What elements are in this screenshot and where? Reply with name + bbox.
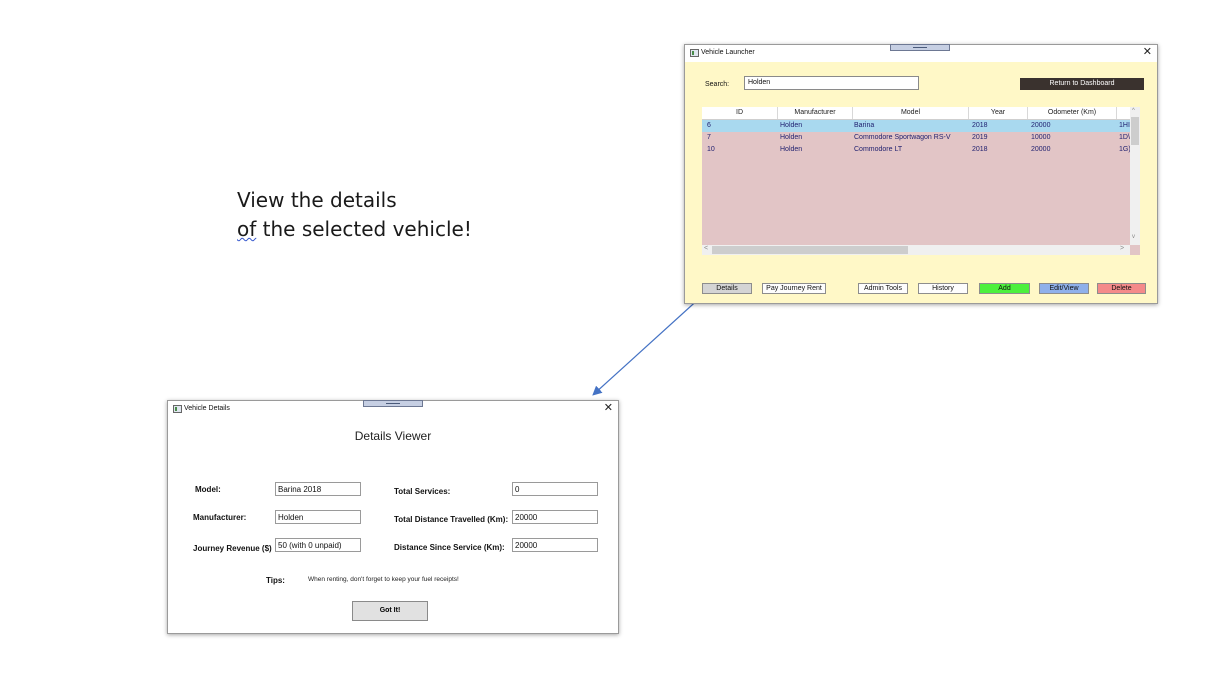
details-title: Vehicle Details <box>184 405 230 412</box>
search-input[interactable]: Holden <box>744 76 919 90</box>
cell-year: 2018 <box>972 146 988 153</box>
column-header-model[interactable]: Model <box>853 109 968 116</box>
add-button[interactable]: Add <box>979 283 1030 294</box>
launcher-title: Vehicle Launcher <box>701 49 755 56</box>
model-field[interactable]: Barina 2018 <box>275 482 361 496</box>
distance-since-service-field[interactable]: 20000 <box>512 538 598 552</box>
scroll-up-icon[interactable]: ^ <box>1132 108 1135 114</box>
tips-label: Tips: <box>266 576 285 585</box>
vertical-scrollbar[interactable]: ^ v <box>1130 107 1140 245</box>
table-row[interactable]: 6 Holden Barina 2018 20000 1HI <box>702 120 1130 132</box>
total-services-label: Total Services: <box>394 487 451 496</box>
cell-year: 2019 <box>972 134 988 141</box>
column-header-odometer[interactable]: Odometer (Km) <box>1028 109 1116 116</box>
column-header-manufacturer[interactable]: Manufacturer <box>778 109 852 116</box>
cell-model: Commodore Sportwagon RS-V <box>854 134 951 141</box>
total-distance-field[interactable]: 20000 <box>512 510 598 524</box>
return-to-dashboard-button[interactable]: Return to Dashboard <box>1020 78 1144 90</box>
scroll-right-icon[interactable]: > <box>1120 245 1124 252</box>
search-label: Search: <box>705 81 730 88</box>
window-app-icon <box>690 49 699 57</box>
details-body: Details Viewer Model: Barina 2018 Manufa… <box>168 418 618 633</box>
tips-text: When renting, don't forget to keep your … <box>308 576 459 583</box>
drag-handle-icon[interactable] <box>363 400 423 407</box>
scroll-thumb[interactable] <box>1131 117 1139 145</box>
got-it-button[interactable]: Got It! <box>352 601 428 621</box>
vehicle-table[interactable]: ID Manufacturer Model Year Odometer (Km)… <box>702 107 1140 255</box>
close-icon[interactable]: ✕ <box>1143 45 1152 58</box>
journey-revenue-field[interactable]: 50 (with 0 unpaid) <box>275 538 361 552</box>
cell-manufacturer: Holden <box>780 146 803 153</box>
total-distance-label: Total Distance Travelled (Km): <box>394 515 509 524</box>
cell-odometer: 20000 <box>1031 122 1051 129</box>
admin-tools-button[interactable]: Admin Tools <box>858 283 908 294</box>
vehicle-launcher-window: Vehicle Launcher ✕ Search: Holden Return… <box>684 44 1158 304</box>
cell-manufacturer: Holden <box>780 122 803 129</box>
vehicle-details-window: Vehicle Details ✕ Details Viewer Model: … <box>167 400 619 634</box>
cell-model: Commodore LT <box>854 146 903 153</box>
cell-id: 7 <box>707 134 711 141</box>
scroll-down-icon[interactable]: v <box>1132 234 1135 240</box>
table-row[interactable]: 7 Holden Commodore Sportwagon RS-V 2019 … <box>702 132 1130 144</box>
manufacturer-field[interactable]: Holden <box>275 510 361 524</box>
pay-journey-rent-button[interactable]: Pay Journey Rent <box>762 283 826 294</box>
column-header-id[interactable]: ID <box>702 109 777 116</box>
column-header-year[interactable]: Year <box>969 109 1027 116</box>
cell-extra: 1G) <box>1119 146 1131 153</box>
horizontal-scrollbar[interactable]: < > <box>702 245 1130 255</box>
cell-manufacturer: Holden <box>780 134 803 141</box>
cell-odometer: 20000 <box>1031 146 1051 153</box>
details-button[interactable]: Details <box>702 283 752 294</box>
total-services-field[interactable]: 0 <box>512 482 598 496</box>
manufacturer-label: Manufacturer: <box>193 513 247 522</box>
launcher-body: Search: Holden Return to Dashboard ID Ma… <box>685 62 1157 303</box>
model-label: Model: <box>195 485 221 494</box>
delete-button[interactable]: Delete <box>1097 283 1146 294</box>
table-header: ID Manufacturer Model Year Odometer (Km) <box>702 107 1130 120</box>
cell-id: 10 <box>707 146 715 153</box>
scroll-thumb[interactable] <box>712 246 908 254</box>
cell-odometer: 10000 <box>1031 134 1051 141</box>
edit-view-button[interactable]: Edit/View <box>1039 283 1089 294</box>
drag-handle-icon[interactable] <box>890 44 950 51</box>
details-heading: Details Viewer <box>354 429 432 443</box>
cell-extra: 1D\ <box>1119 134 1130 141</box>
window-app-icon <box>173 405 182 413</box>
history-button[interactable]: History <box>918 283 968 294</box>
cell-model: Barina <box>854 122 875 129</box>
cell-id: 6 <box>707 122 711 129</box>
distance-since-service-label: Distance Since Service (Km): <box>394 543 505 552</box>
scroll-left-icon[interactable]: < <box>704 245 708 252</box>
table-row[interactable]: 10 Holden Commodore LT 2018 20000 1G) <box>702 144 1131 156</box>
close-icon[interactable]: ✕ <box>604 401 613 414</box>
cell-extra: 1HI <box>1119 122 1130 129</box>
journey-revenue-label: Journey Revenue ($) <box>193 544 272 553</box>
cell-year: 2018 <box>972 122 988 129</box>
